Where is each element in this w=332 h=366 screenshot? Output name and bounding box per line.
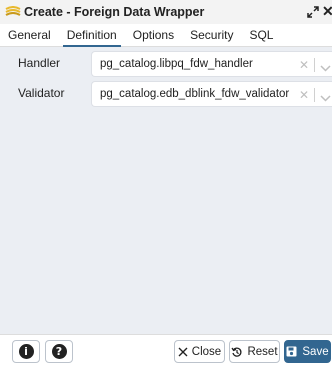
tab-label: Definition (66, 28, 117, 42)
chevron-down-icon[interactable] (320, 90, 331, 102)
tab-security[interactable]: Security (182, 24, 241, 46)
foreign-data-wrapper-icon (5, 5, 23, 19)
tab-general[interactable]: General (0, 24, 59, 46)
help-icon: ? (51, 344, 67, 359)
reset-label: Reset (247, 345, 278, 358)
handler-row: Handler pg_catalog.libpq_fdw_handler ✕ (0, 49, 332, 79)
footer-bar: i ? Close Reset Save (0, 334, 332, 366)
save-icon (286, 346, 297, 357)
reset-button[interactable]: Reset (229, 340, 280, 363)
window-title: Create - Foreign Data Wrapper (24, 5, 205, 19)
handler-select[interactable]: pg_catalog.libpq_fdw_handler ✕ (91, 51, 332, 77)
tab-label: Options (132, 28, 175, 42)
validator-select[interactable]: pg_catalog.edb_dblink_fdw_validator ✕ (91, 81, 332, 107)
close-label: Close (191, 345, 222, 358)
definition-panel: Handler pg_catalog.libpq_fdw_handler ✕ V… (0, 47, 332, 334)
close-icon (178, 347, 188, 357)
save-label: Save (302, 345, 329, 358)
handler-label: Handler (18, 56, 61, 70)
select-separator (314, 88, 315, 102)
info-button[interactable]: i (12, 340, 40, 363)
validator-label: Validator (18, 86, 65, 100)
expand-icon[interactable] (307, 5, 320, 18)
chevron-down-icon[interactable] (320, 60, 331, 72)
validator-row: Validator pg_catalog.edb_dblink_fdw_vali… (0, 79, 332, 109)
help-button[interactable]: ? (45, 340, 73, 363)
close-button[interactable]: Close (174, 340, 225, 363)
save-button[interactable]: Save (284, 340, 331, 363)
tab-label: General (8, 28, 51, 42)
clear-icon[interactable]: ✕ (299, 88, 309, 102)
handler-value: pg_catalog.libpq_fdw_handler (100, 58, 253, 70)
tab-definition[interactable]: Definition (59, 24, 125, 47)
close-icon[interactable]: ✕ (322, 3, 332, 19)
tab-label: Security (190, 28, 234, 42)
tab-bar: General Definition Options Security SQL (0, 24, 332, 47)
select-separator (314, 58, 315, 72)
clear-icon[interactable]: ✕ (299, 58, 309, 72)
tab-label: SQL (249, 28, 274, 42)
tab-options[interactable]: Options (125, 24, 182, 46)
tab-sql[interactable]: SQL (241, 24, 281, 46)
validator-value: pg_catalog.edb_dblink_fdw_validator (100, 88, 290, 100)
reset-icon (231, 346, 243, 358)
info-icon: i (18, 344, 34, 359)
title-bar: Create - Foreign Data Wrapper ✕ (0, 0, 332, 24)
